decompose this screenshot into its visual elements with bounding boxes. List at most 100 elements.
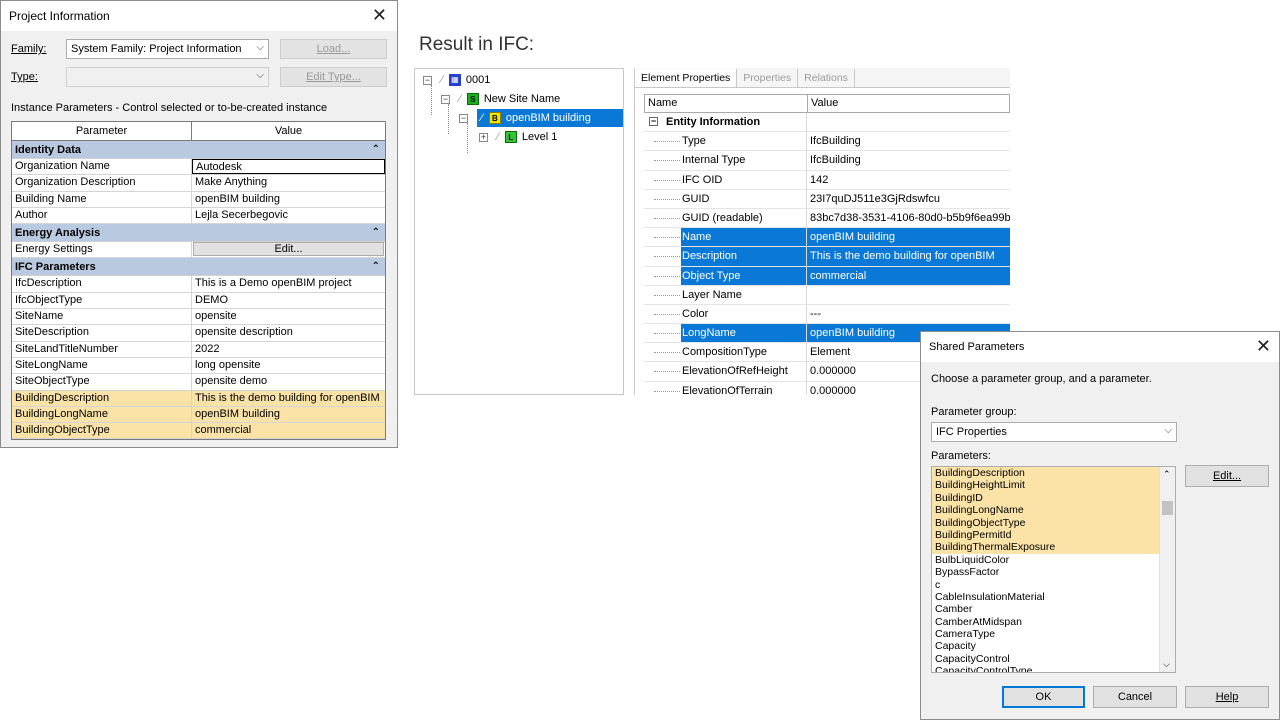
list-item[interactable]: CameraType — [932, 628, 1159, 640]
scroll-thumb[interactable] — [1162, 501, 1173, 515]
table-row[interactable]: Organization Name Autodesk — [12, 159, 385, 176]
expand-icon[interactable]: + — [479, 133, 488, 142]
tree-node-project[interactable]: ⁄ ▦ 0001 — [441, 71, 490, 89]
property-row[interactable]: GUID 23I7quDJ511e3GjRdswfcu — [644, 189, 1010, 209]
param-value[interactable]: opensite — [192, 309, 385, 324]
scrollbar[interactable]: ⌃ ⌵ — [1159, 467, 1175, 672]
tree-node-site[interactable]: ⁄ S New Site Name — [459, 90, 560, 108]
param-value[interactable]: 2022 — [192, 342, 385, 357]
table-row[interactable]: IfcObjectType DEMO — [12, 292, 385, 310]
param-value[interactable]: commercial — [192, 423, 385, 439]
table-row[interactable]: SiteLandTitleNumber 2022 — [12, 341, 385, 358]
list-item[interactable]: BypassFactor — [932, 566, 1159, 578]
param-value[interactable]: opensite description — [192, 325, 385, 340]
load-button[interactable]: Load... — [280, 39, 387, 59]
group-identity-data[interactable]: Identity Data ⌃ — [12, 141, 385, 159]
collapse-icon[interactable]: ⌃ — [372, 224, 380, 242]
family-dropdown[interactable]: System Family: Project Information ⌵ — [66, 39, 269, 59]
group-entity-information[interactable]: − Entity Information — [644, 113, 1010, 133]
edit-type-button[interactable]: Edit Type... — [280, 67, 387, 87]
collapse-icon[interactable]: − — [423, 76, 432, 85]
collapse-icon[interactable]: ⌃ — [372, 141, 380, 159]
list-item[interactable]: c — [932, 579, 1159, 591]
property-row[interactable]: Name openBIM building — [644, 228, 1010, 248]
table-row[interactable]: Building Name openBIM building — [12, 191, 385, 208]
property-row[interactable]: Layer Name — [644, 285, 1010, 305]
param-value[interactable]: opensite demo — [192, 374, 385, 389]
list-item[interactable]: BuildingObjectType — [932, 516, 1159, 529]
close-icon[interactable]: ✕ — [372, 5, 387, 25]
property-row[interactable]: GUID (readable) 83bc7d38-3531-4106-80d0-b… — [644, 208, 1010, 229]
property-row[interactable]: IFC OID 142 — [644, 170, 1010, 190]
table-row[interactable]: Energy Settings Edit... — [12, 242, 385, 259]
group-ifc-parameters[interactable]: IFC Parameters ⌃ — [12, 258, 385, 277]
energy-settings-edit-button[interactable]: Edit... — [193, 242, 384, 257]
property-row[interactable]: Type IfcBuilding — [644, 132, 1010, 152]
table-row[interactable]: SiteLongName long opensite — [12, 357, 385, 375]
table-row-highlighted[interactable]: BuildingObjectType commercial — [12, 423, 385, 440]
chevron-up-icon[interactable]: ⌃ — [1163, 469, 1171, 480]
table-row[interactable]: SiteDescription opensite description — [12, 325, 385, 342]
ok-button[interactable]: OK — [1002, 686, 1085, 708]
dialog-titlebar: Shared Parameters ✕ — [921, 332, 1279, 362]
property-row[interactable]: Color --- — [644, 304, 1010, 325]
list-item[interactable]: Camber — [932, 603, 1159, 615]
parameters-list[interactable]: BuildingDescription BuildingHeightLimit Bu… — [931, 466, 1176, 673]
param-value[interactable]: DEMO — [192, 293, 385, 308]
property-row[interactable]: Internal Type IfcBuilding — [644, 151, 1010, 171]
param-value[interactable]: This is the demo building for openBIM — [192, 390, 385, 406]
table-row-highlighted[interactable]: BuildingLongName openBIM building — [12, 406, 385, 424]
table-row-highlighted[interactable]: BuildingDescription This is the demo buil… — [12, 390, 385, 407]
ifc-tree-panel: − ⁄ ▦ 0001 − ⁄ S New Site Name − ⁄ B ope… — [414, 68, 624, 395]
parameter-group-label: Parameter group: — [931, 406, 1017, 418]
parameters-label: Parameters: — [931, 450, 991, 462]
table-row[interactable]: Organization Description Make Anything — [12, 175, 385, 192]
list-item[interactable]: Capacity — [932, 640, 1159, 652]
collapse-icon[interactable]: − — [441, 95, 450, 104]
table-row[interactable]: SiteObjectType opensite demo — [12, 374, 385, 391]
tab-relations[interactable]: Relations — [798, 69, 855, 87]
edit-button[interactable]: Edit... — [1185, 465, 1269, 487]
table-row[interactable]: SiteName opensite — [12, 309, 385, 326]
param-name: SiteLongName — [12, 357, 192, 374]
list-item[interactable]: CamberAtMidspan — [932, 616, 1159, 628]
close-icon[interactable]: ✕ — [1256, 336, 1271, 356]
param-value[interactable]: Lejla Secerbegovic — [192, 208, 385, 223]
param-value[interactable]: long opensite — [192, 358, 385, 373]
list-item[interactable]: CableInsulationMaterial — [932, 591, 1159, 603]
list-item[interactable]: CapacityControlType — [932, 665, 1159, 672]
cancel-button[interactable]: Cancel — [1093, 686, 1177, 708]
param-value[interactable]: openBIM building — [192, 192, 385, 207]
table-row[interactable]: IfcDescription This is a Demo openBIM pro… — [12, 276, 385, 293]
list-item[interactable]: CapacityControl — [932, 653, 1159, 665]
param-value[interactable]: This is a Demo openBIM project — [192, 276, 385, 291]
property-value: IfcBuilding — [810, 135, 861, 148]
tab-properties[interactable]: Properties — [737, 69, 799, 87]
chevron-down-icon[interactable]: ⌵ — [1163, 659, 1170, 670]
list-item[interactable]: BuildingDescription — [932, 467, 1159, 480]
tree-connector — [654, 294, 680, 296]
type-dropdown[interactable]: ⌵ — [66, 67, 269, 87]
collapse-icon[interactable]: ⌃ — [372, 258, 380, 276]
property-row[interactable]: Description This is the demo building for… — [644, 247, 1010, 267]
table-row[interactable]: Author Lejla Secerbegovic — [12, 207, 385, 225]
list-item[interactable]: BuildingHeightLimit — [932, 479, 1159, 492]
list-item[interactable]: BuildingLongName — [932, 504, 1159, 517]
tree-node-building[interactable]: ⁄ B openBIM building — [477, 109, 623, 127]
help-button[interactable]: Help — [1185, 686, 1269, 708]
list-item[interactable]: BuildingThermalExposure — [932, 541, 1159, 554]
list-item[interactable]: BuildingPermitId — [932, 528, 1159, 542]
param-value-input[interactable]: Autodesk — [192, 159, 385, 175]
collapse-icon[interactable]: − — [649, 117, 658, 126]
param-value[interactable]: openBIM building — [192, 406, 385, 423]
list-item[interactable]: BuildingID — [932, 491, 1159, 505]
tree-node-level[interactable]: ⁄ L Level 1 — [497, 128, 557, 146]
parameter-group-dropdown[interactable]: IFC Properties ⌵ — [931, 422, 1177, 442]
tab-element-properties[interactable]: Element Properties — [635, 69, 738, 87]
param-value[interactable]: Make Anything — [192, 175, 385, 190]
param-name: BuildingDescription — [12, 390, 192, 406]
group-energy-analysis[interactable]: Energy Analysis ⌃ — [12, 224, 385, 243]
property-row[interactable]: Object Type commercial — [644, 266, 1010, 286]
list-item[interactable]: BulbLiquidColor — [932, 554, 1159, 566]
collapse-icon[interactable]: − — [459, 114, 468, 123]
